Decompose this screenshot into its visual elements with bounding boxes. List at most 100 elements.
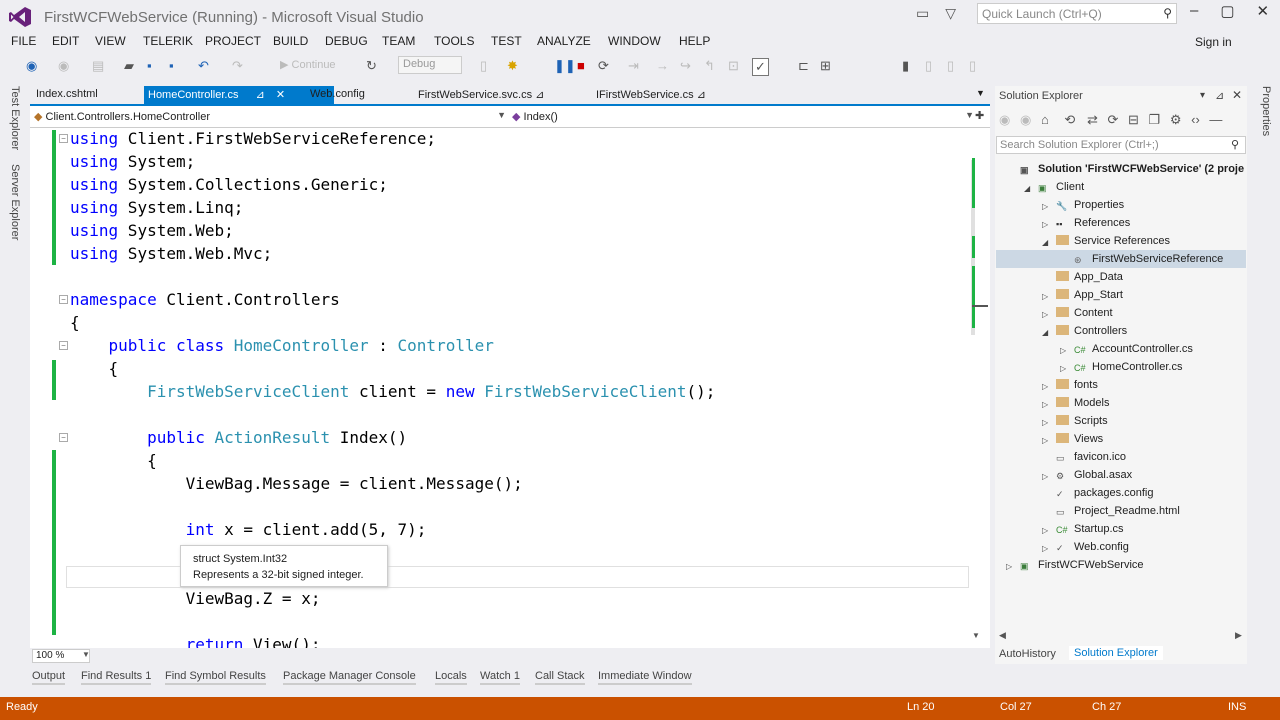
expand-arrow-icon[interactable]: ▷ <box>1042 418 1048 427</box>
panel-menu-icon[interactable]: ▾ <box>1200 90 1205 101</box>
expand-arrow-icon[interactable]: ▷ <box>1042 526 1048 535</box>
pin-icon[interactable]: ⊿ <box>697 89 706 101</box>
layout-icon[interactable]: ⊞ <box>820 58 831 74</box>
collapse-icon[interactable]: − <box>59 134 68 143</box>
tree-item[interactable]: ▭ Project_Readme.html <box>1056 505 1180 518</box>
tab-ifirstwebservice-cs[interactable]: IFirstWebService.cs ⊿ <box>592 86 710 104</box>
tree-item[interactable]: ▣ Solution 'FirstWCFWebService' (2 proje <box>1020 163 1244 176</box>
tree-item[interactable]: Content <box>1056 307 1113 319</box>
tab-immediate-window[interactable]: Immediate Window <box>598 670 692 685</box>
server-explorer-tab[interactable]: Server Explorer <box>9 164 21 240</box>
collapse-all-icon[interactable]: ⊟ <box>1128 112 1139 127</box>
expand-arrow-icon[interactable]: ▷ <box>1042 400 1048 409</box>
tab-package-manager-console[interactable]: Package Manager Console <box>283 670 416 685</box>
back-icon[interactable]: ◉ <box>26 58 37 74</box>
toggle-bookmark-icon[interactable]: ✓ <box>752 58 769 76</box>
pending-changes-icon[interactable]: ⇄ <box>1087 112 1098 127</box>
scroll-right-icon[interactable]: ▶ <box>1235 630 1242 641</box>
menu-project[interactable]: PROJECT <box>205 34 261 48</box>
forward-icon[interactable]: ◉ <box>58 58 69 74</box>
redo-icon[interactable]: ↷ <box>232 58 243 74</box>
continue-button[interactable]: ▶ Continue <box>280 58 336 71</box>
expand-arrow-icon[interactable]: ▷ <box>1042 292 1048 301</box>
tab-call-stack[interactable]: Call Stack <box>535 670 585 685</box>
tree-item[interactable]: ⚙ Global.asax <box>1056 469 1132 482</box>
forward-icon[interactable]: ◉ <box>1020 112 1031 127</box>
expand-arrow-icon[interactable]: ▷ <box>1042 436 1048 445</box>
tab-watch-1[interactable]: Watch 1 <box>480 670 520 685</box>
next-bookmark-icon[interactable]: ▯ <box>947 58 954 74</box>
tab-autohistory[interactable]: AutoHistory <box>999 648 1056 660</box>
filter-icon[interactable]: ▽ <box>945 5 956 22</box>
menu-window[interactable]: WINDOW <box>608 34 661 48</box>
menu-edit[interactable]: EDIT <box>52 34 79 48</box>
collapse-icon[interactable]: − <box>59 295 68 304</box>
tab-close-icon[interactable]: ✕ <box>276 89 285 101</box>
tree-item[interactable]: C# Startup.cs <box>1056 523 1124 535</box>
tree-item[interactable]: Scripts <box>1056 415 1108 427</box>
scroll-left-icon[interactable]: ◀ <box>999 630 1006 641</box>
sign-in-link[interactable]: Sign in <box>1195 35 1232 49</box>
expand-arrow-icon[interactable]: ▷ <box>1042 220 1048 229</box>
close-button[interactable]: ✕ <box>1257 2 1270 20</box>
stop-icon[interactable]: ■ <box>577 58 585 73</box>
tree-item[interactable]: ▭ favicon.ico <box>1056 451 1126 464</box>
feedback-icon[interactable]: ▭ <box>916 5 929 22</box>
tab-solution-explorer[interactable]: Solution Explorer <box>1069 646 1163 660</box>
tab-web-config[interactable]: Web.config <box>306 86 369 104</box>
sync-icon[interactable]: ⟳ <box>1107 112 1118 127</box>
preview-icon[interactable]: — <box>1209 112 1222 127</box>
tree-item[interactable]: fonts <box>1056 379 1098 391</box>
refresh-icon[interactable]: ↻ <box>366 58 377 74</box>
tab-index-cshtml[interactable]: Index.cshtml <box>32 86 102 104</box>
scroll-down-icon[interactable]: ▼ <box>972 631 980 640</box>
pin-icon[interactable]: ⊿ <box>1215 89 1224 102</box>
menu-team[interactable]: TEAM <box>382 34 415 48</box>
menu-debug[interactable]: DEBUG <box>325 34 368 48</box>
open-file-icon[interactable]: ▰ <box>124 58 134 74</box>
vertical-scrollbar[interactable]: ▼ <box>970 128 988 648</box>
browser-link-icon[interactable]: ✸ <box>507 58 518 74</box>
clear-bookmarks-icon[interactable]: ▯ <box>969 58 976 74</box>
align-icon[interactable]: ⊏ <box>798 58 809 74</box>
expand-arrow-icon[interactable]: ▷ <box>1042 382 1048 391</box>
test-explorer-tab[interactable]: Test Explorer <box>9 86 21 150</box>
collapse-icon[interactable]: − <box>59 433 68 442</box>
expand-arrow-icon[interactable]: ▷ <box>1042 202 1048 211</box>
pause-icon[interactable]: ❚❚ <box>554 58 576 74</box>
tree-item[interactable]: Service References <box>1056 235 1170 247</box>
hex-icon[interactable]: ⊡ <box>728 58 739 74</box>
tree-item[interactable]: ▪▪ References <box>1056 217 1130 229</box>
menu-tools[interactable]: TOOLS <box>434 34 474 48</box>
tree-item[interactable]: App_Start <box>1056 289 1123 301</box>
tree-item[interactable]: 🔧 Properties <box>1056 199 1124 212</box>
collapse-icon[interactable]: − <box>59 341 68 350</box>
tree-item[interactable]: ✓ Web.config <box>1056 541 1129 554</box>
menu-help[interactable]: HELP <box>679 34 710 48</box>
tree-item[interactable]: ✓ packages.config <box>1056 487 1154 500</box>
member-dropdown[interactable]: ◆ Index() ▼ <box>512 110 976 123</box>
tab-find-symbol-results[interactable]: Find Symbol Results <box>165 670 266 685</box>
tab-locals[interactable]: Locals <box>435 670 467 685</box>
panel-close-icon[interactable]: ✕ <box>1232 88 1242 102</box>
back-icon[interactable]: ◉ <box>999 112 1010 127</box>
collapse-arrow-icon[interactable]: ◢ <box>1042 238 1048 247</box>
file-icon[interactable]: ▯ <box>480 58 487 74</box>
menu-build[interactable]: BUILD <box>273 34 308 48</box>
split-window-icon[interactable]: ✚ <box>975 109 984 122</box>
menu-analyze[interactable]: ANALYZE <box>537 34 591 48</box>
tree-item[interactable]: Controllers <box>1056 325 1127 337</box>
collapse-arrow-icon[interactable]: ◢ <box>1024 184 1030 193</box>
quick-launch-input[interactable]: Quick Launch (Ctrl+Q) ⚲ <box>977 3 1177 24</box>
expand-arrow-icon[interactable]: ▷ <box>1006 562 1012 571</box>
expand-arrow-icon[interactable]: ▷ <box>1042 544 1048 553</box>
collapse-arrow-icon[interactable]: ◢ <box>1042 328 1048 337</box>
save-all-icon[interactable]: ▪ <box>169 58 174 73</box>
expand-arrow-icon[interactable]: ▷ <box>1060 346 1066 355</box>
prev-bookmark-icon[interactable]: ▯ <box>925 58 932 74</box>
home-icon[interactable]: ⌂ <box>1041 112 1049 127</box>
properties-tab[interactable]: Properties <box>1260 86 1272 136</box>
tree-item[interactable]: App_Data <box>1056 271 1123 283</box>
solution-config-select[interactable]: Debug <box>398 56 462 74</box>
new-project-icon[interactable]: ▤ <box>92 58 104 74</box>
